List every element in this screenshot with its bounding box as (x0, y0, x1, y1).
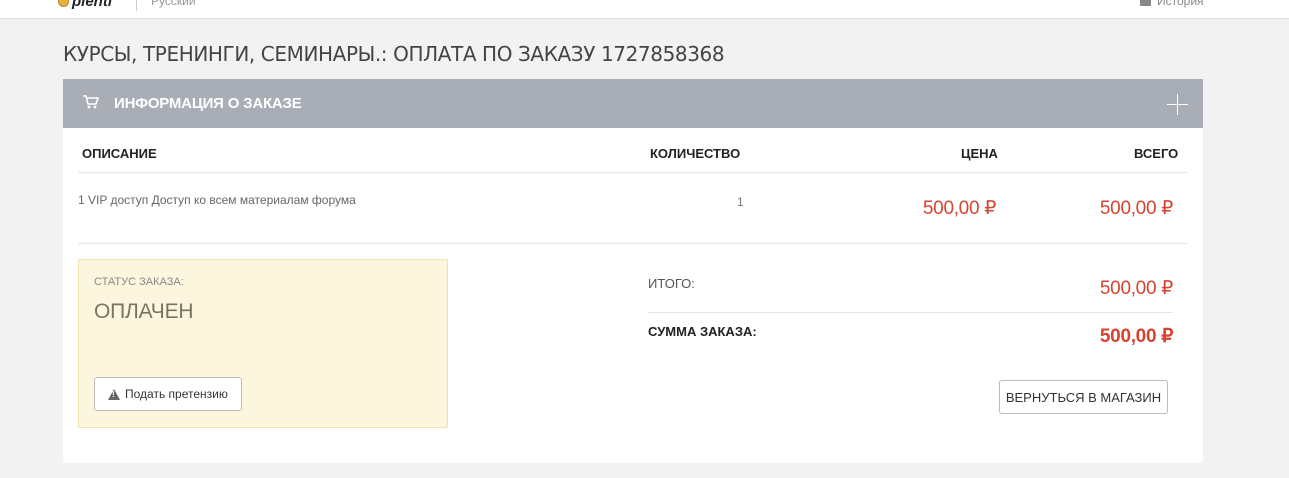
back-to-shop-button[interactable]: ВЕРНУТЬСЯ В МАГАЗИН (999, 380, 1168, 414)
column-header-quantity: КОЛИЧЕСТВО (650, 146, 741, 161)
history-label: История (1157, 0, 1204, 8)
plus-icon[interactable] (1167, 94, 1188, 115)
topbar-divider (136, 0, 137, 11)
logo-coin-icon (58, 0, 69, 7)
item-description: 1 VIP доступ Доступ ко всем материалам ф… (78, 193, 356, 207)
warning-icon (108, 388, 120, 400)
summary-divider (648, 312, 1173, 313)
header-divider (78, 172, 1188, 173)
order-panel-header[interactable]: ИНФОРМАЦИЯ О ЗАКАЗЕ (63, 79, 1203, 128)
order-panel-title: ИНФОРМАЦИЯ О ЗАКАЗЕ (114, 95, 302, 112)
order-total-value: 500,00 ₽ (1099, 326, 1173, 347)
order-panel: ИНФОРМАЦИЯ О ЗАКАЗЕ ОПИСАНИЕ КОЛИЧЕСТВО … (63, 79, 1203, 463)
column-header-description: ОПИСАНИЕ (82, 146, 157, 161)
subtotal-label: ИТОГО: (648, 276, 695, 291)
item-total: 500,00 ₽ (1099, 198, 1173, 219)
order-total-label: СУММА ЗАКАЗА: (648, 324, 757, 339)
cart-icon (83, 95, 99, 109)
order-status-value: ОПЛАЧЕН (94, 300, 194, 323)
order-status-label: СТАТУС ЗАКАЗА: (94, 276, 184, 288)
column-header-total: ВСЕГО (1134, 146, 1179, 161)
item-price: 500,00 ₽ (922, 198, 996, 219)
site-logo[interactable]: plenti (58, 0, 112, 10)
file-claim-button[interactable]: Подать претензию (94, 377, 242, 411)
column-header-price: ЦЕНА (961, 146, 998, 161)
subtotal-value: 500,00 ₽ (1099, 278, 1173, 299)
top-bar: plenti Русский История (0, 0, 1289, 19)
history-link[interactable]: История (1140, 0, 1204, 8)
row-divider (78, 243, 1188, 244)
language-selector[interactable]: Русский (151, 0, 196, 8)
item-quantity: 1 (737, 195, 744, 209)
file-claim-label: Подать претензию (125, 387, 228, 401)
logo-text: plenti (72, 0, 112, 10)
order-status-box: СТАТУС ЗАКАЗА: ОПЛАЧЕН Подать претензию (78, 259, 448, 428)
page-title: КУРСЫ, ТРЕНИНГИ, СЕМИНАРЫ.: ОПЛАТА ПО ЗА… (63, 42, 725, 66)
history-icon (1140, 0, 1151, 6)
